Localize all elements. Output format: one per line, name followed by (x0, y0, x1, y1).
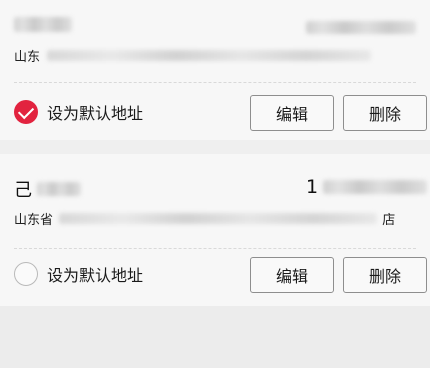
address-visible-suffix: 店 (382, 213, 396, 228)
address-card: 山东 设为默认地址 编辑 删除 (0, 0, 430, 140)
recipient-name-redacted (14, 17, 72, 32)
address-line: 山东省 店 (14, 208, 395, 228)
recipient-name-redacted (37, 182, 82, 196)
address-redacted (59, 213, 378, 224)
recipient-phone-visible: 1 (306, 176, 319, 198)
set-default-toggle[interactable]: 设为默认地址 (14, 100, 143, 124)
recipient-phone (306, 16, 416, 38)
checkmark-circle-icon[interactable] (14, 100, 38, 124)
address-visible: 山东省 (14, 213, 54, 228)
address-visible: 山东 (14, 50, 41, 65)
recipient-name-visible: 己 (14, 180, 32, 201)
delete-button[interactable]: 删除 (343, 257, 427, 293)
set-default-toggle[interactable]: 设为默认地址 (14, 262, 143, 286)
address-line: 山东 (14, 45, 372, 65)
recipient-phone-redacted (323, 180, 428, 194)
set-default-label: 设为默认地址 (47, 104, 144, 123)
address-card: 己 1 山东省 店 设为默认地址 编辑 删除 (0, 154, 430, 306)
set-default-label: 设为默认地址 (47, 266, 144, 285)
address-redacted (47, 50, 372, 61)
page-bottom-background (0, 306, 430, 368)
recipient-name: 己 (14, 176, 82, 202)
card-divider (14, 82, 416, 83)
edit-button[interactable]: 编辑 (250, 257, 334, 293)
empty-circle-icon[interactable] (14, 262, 38, 286)
recipient-phone: 1 (306, 176, 428, 198)
recipient-name (14, 14, 72, 35)
recipient-phone-redacted (306, 20, 416, 34)
delete-button[interactable]: 删除 (343, 95, 427, 131)
card-divider (14, 248, 416, 249)
edit-button[interactable]: 编辑 (250, 95, 334, 131)
